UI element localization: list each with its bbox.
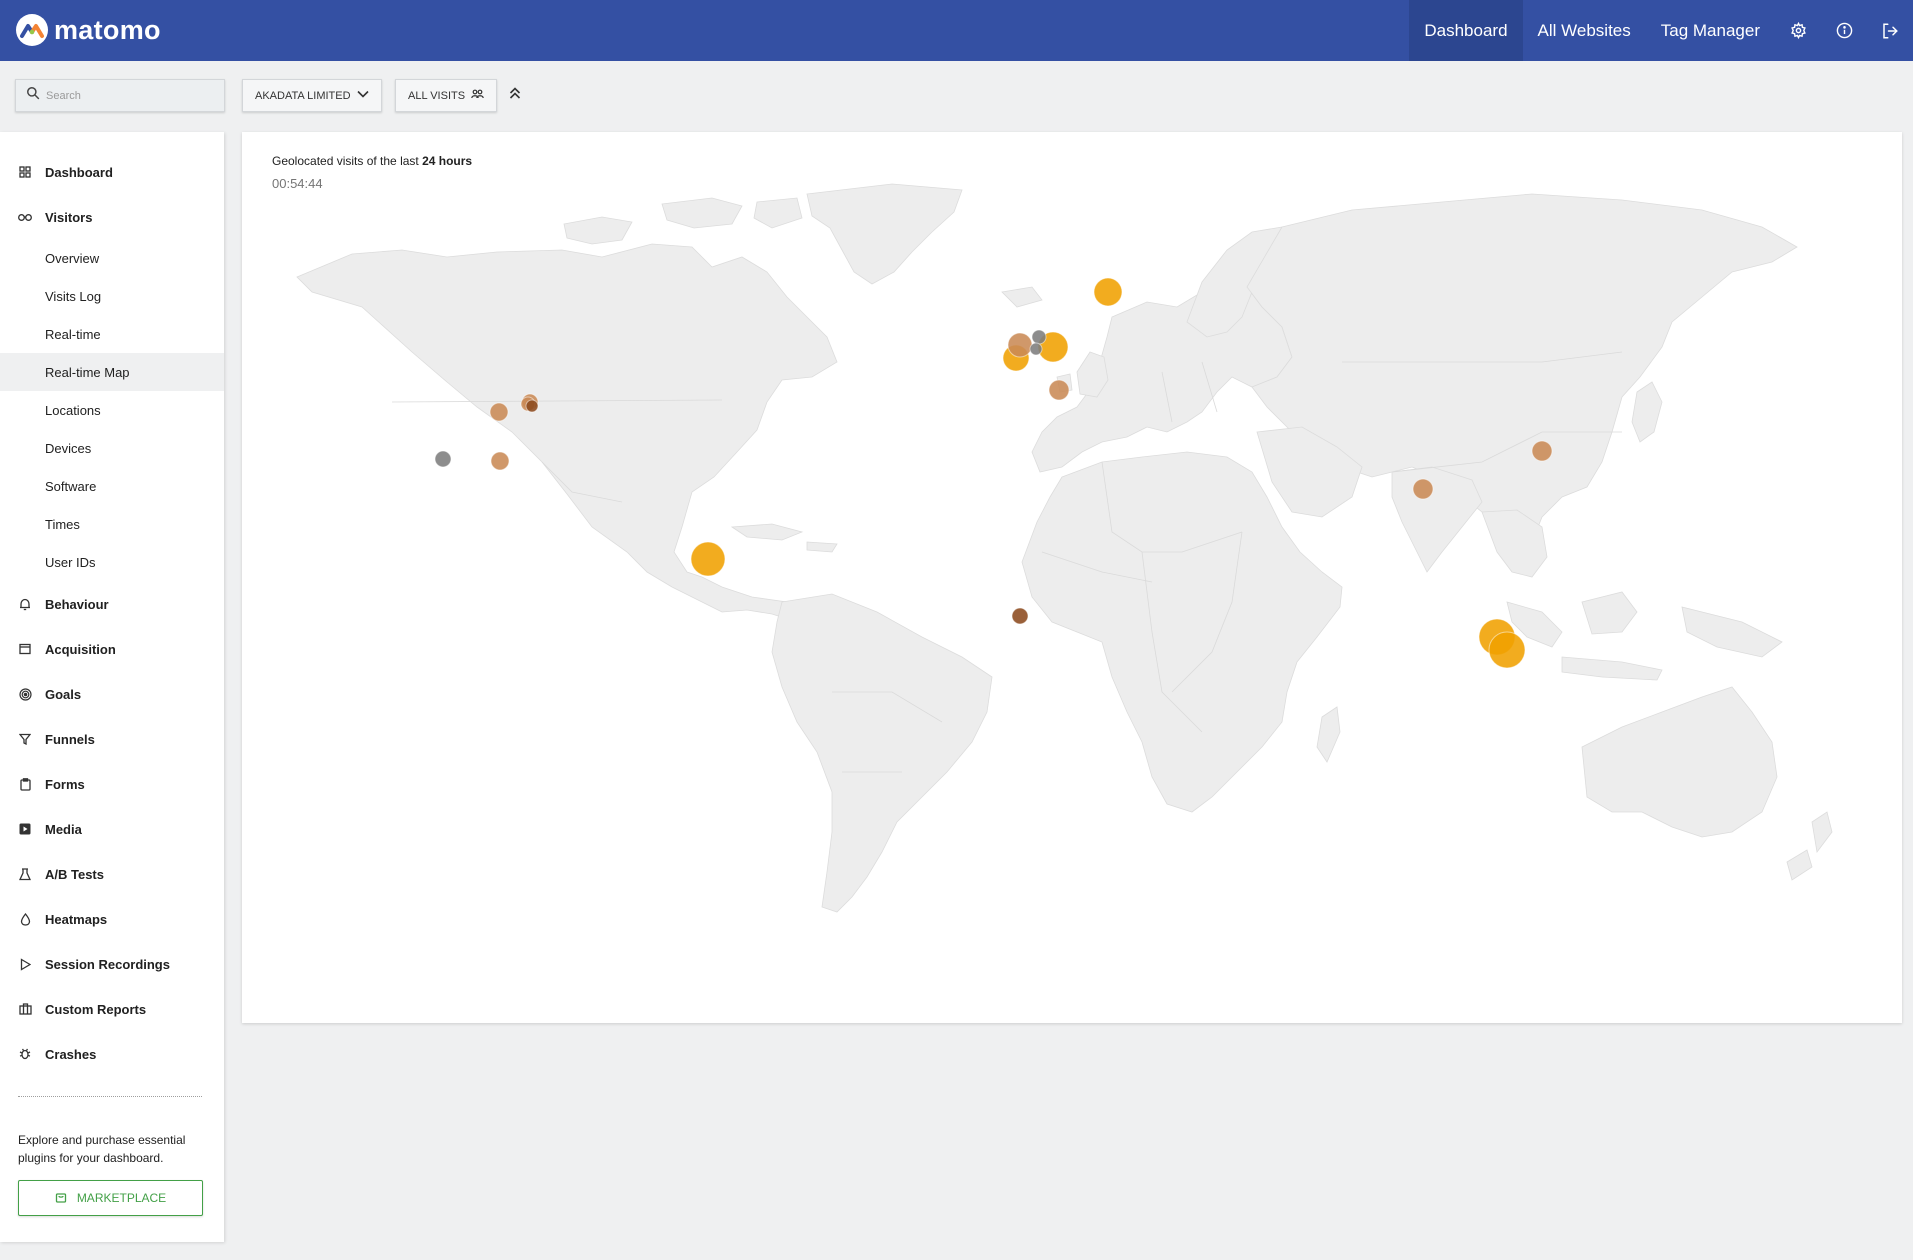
gear-icon[interactable] — [1775, 0, 1821, 61]
visit-marker[interactable] — [525, 399, 539, 413]
sidebar-item-label: Behaviour — [45, 596, 109, 612]
realtime-map-card: Geolocated visits of the last 24 hours 0… — [242, 132, 1902, 1023]
visit-marker[interactable] — [1093, 277, 1123, 307]
flask-icon — [18, 867, 32, 881]
sidebar-item-media[interactable]: Media — [0, 814, 224, 844]
search-box — [15, 79, 225, 112]
search-icon — [26, 86, 40, 105]
visit-marker[interactable] — [489, 402, 509, 422]
sidebar-item-label: Funnels — [45, 731, 95, 747]
collapse-toolbar-button[interactable] — [505, 84, 525, 106]
sidebar-subitem-real-time[interactable]: Real-time — [0, 315, 224, 353]
site-selector-label: AKADATA LIMITED — [255, 89, 351, 102]
search-input[interactable] — [46, 89, 216, 102]
brand-name: matomo — [54, 14, 161, 45]
visit-marker[interactable] — [1412, 478, 1434, 500]
topnav-tag-manager[interactable]: Tag Manager — [1646, 0, 1775, 61]
visit-marker[interactable] — [434, 450, 452, 468]
marketplace-button-label: MARKETPLACE — [76, 1191, 167, 1205]
sidebar-item-label: Crashes — [45, 1046, 97, 1062]
media-icon — [18, 822, 32, 836]
sidebar-item-behaviour[interactable]: Behaviour — [0, 589, 224, 619]
marketplace-button[interactable]: MARKETPLACE — [18, 1180, 203, 1216]
visit-marker[interactable] — [690, 541, 726, 577]
sidebar-subitem-user-ids[interactable]: User IDs — [0, 543, 224, 581]
clipboard-icon — [18, 777, 32, 791]
top-nav: Dashboard All Websites Tag Manager — [1409, 0, 1913, 61]
sidebar-subitem-real-time-map[interactable]: Real-time Map — [0, 353, 224, 391]
sidebar-item-crashes[interactable]: Crashes — [0, 1039, 224, 1069]
sidebar-subitem-overview[interactable]: Overview — [0, 239, 224, 277]
world-map[interactable] — [242, 132, 1902, 1023]
visit-marker[interactable] — [1048, 379, 1070, 401]
topnav-dashboard[interactable]: Dashboard — [1409, 0, 1523, 61]
sidebar-subitem-times[interactable]: Times — [0, 505, 224, 543]
visit-marker[interactable] — [1011, 607, 1029, 625]
sidebar-subitem-visits-log[interactable]: Visits Log — [0, 277, 224, 315]
chevron-down-icon — [356, 89, 369, 102]
sidebar: Dashboard Visitors Overview Visits Log R… — [0, 132, 224, 1242]
sidebar-item-forms[interactable]: Forms — [0, 769, 224, 799]
binoculars-icon — [18, 210, 32, 224]
sidebar-item-acquisition[interactable]: Acquisition — [0, 634, 224, 664]
briefcase-icon — [18, 1002, 32, 1016]
sidebar-item-funnels[interactable]: Funnels — [0, 724, 224, 754]
visit-marker[interactable] — [1029, 342, 1043, 356]
shopping-bag-icon — [55, 1191, 67, 1206]
funnel-icon — [18, 732, 32, 746]
sidebar-item-label: Media — [45, 821, 82, 837]
sidebar-item-label: Custom Reports — [45, 1001, 147, 1017]
play-icon — [18, 957, 32, 971]
sidebar-subitem-locations[interactable]: Locations — [0, 391, 224, 429]
sidebar-item-session-recordings[interactable]: Session Recordings — [0, 949, 224, 979]
visit-marker[interactable] — [1031, 329, 1047, 345]
sidebar-item-goals[interactable]: Goals — [0, 679, 224, 709]
sidebar-item-visitors[interactable]: Visitors — [0, 202, 224, 232]
window-icon — [18, 642, 32, 656]
sidebar-item-ab-tests[interactable]: A/B Tests — [0, 859, 224, 889]
matomo-logo[interactable]: matomo — [16, 14, 161, 46]
drop-icon — [18, 912, 32, 926]
sidebar-item-label: Goals — [45, 686, 82, 702]
sidebar-item-label: Heatmaps — [45, 911, 108, 927]
visit-marker[interactable] — [1007, 332, 1033, 358]
visit-marker[interactable] — [490, 451, 510, 471]
sidebar-subitem-devices[interactable]: Devices — [0, 429, 224, 467]
target-icon — [18, 687, 32, 701]
marketplace-promo-text: Explore and purchase essential plugins f… — [18, 1133, 186, 1165]
visit-marker[interactable] — [1531, 440, 1553, 462]
sidebar-subitem-software[interactable]: Software — [0, 467, 224, 505]
info-icon[interactable] — [1821, 0, 1867, 61]
segment-selector[interactable]: ALL VISITS — [395, 79, 498, 112]
sidebar-item-custom-reports[interactable]: Custom Reports — [0, 994, 224, 1024]
sidebar-item-label: Session Recordings — [45, 956, 170, 972]
segment-selector-label: ALL VISITS — [408, 89, 466, 102]
logout-icon[interactable] — [1867, 0, 1913, 61]
sidebar-item-label: Acquisition — [45, 641, 116, 657]
double-chevron-up-icon — [509, 86, 521, 105]
bell-icon — [18, 597, 32, 611]
topnav-all-websites[interactable]: All Websites — [1523, 0, 1646, 61]
site-selector[interactable]: AKADATA LIMITED — [242, 79, 382, 112]
sidebar-item-label: Forms — [45, 776, 85, 792]
sidebar-item-label: A/B Tests — [45, 866, 104, 882]
visit-marker[interactable] — [1488, 631, 1526, 669]
grid-icon — [18, 165, 32, 179]
top-bar: matomo Dashboard All Websites Tag Manage… — [0, 0, 1913, 61]
sidebar-item-dashboard[interactable]: Dashboard — [0, 157, 224, 187]
sidebar-item-label: Dashboard — [45, 164, 113, 180]
matomo-logo-icon — [16, 14, 48, 46]
map-landmasses — [296, 183, 1833, 913]
sidebar-item-label: Visitors — [45, 209, 93, 225]
sidebar-item-heatmaps[interactable]: Heatmaps — [0, 904, 224, 934]
bug-icon — [18, 1047, 32, 1061]
segment-users-icon — [471, 89, 484, 102]
sidebar-divider — [18, 1096, 202, 1097]
